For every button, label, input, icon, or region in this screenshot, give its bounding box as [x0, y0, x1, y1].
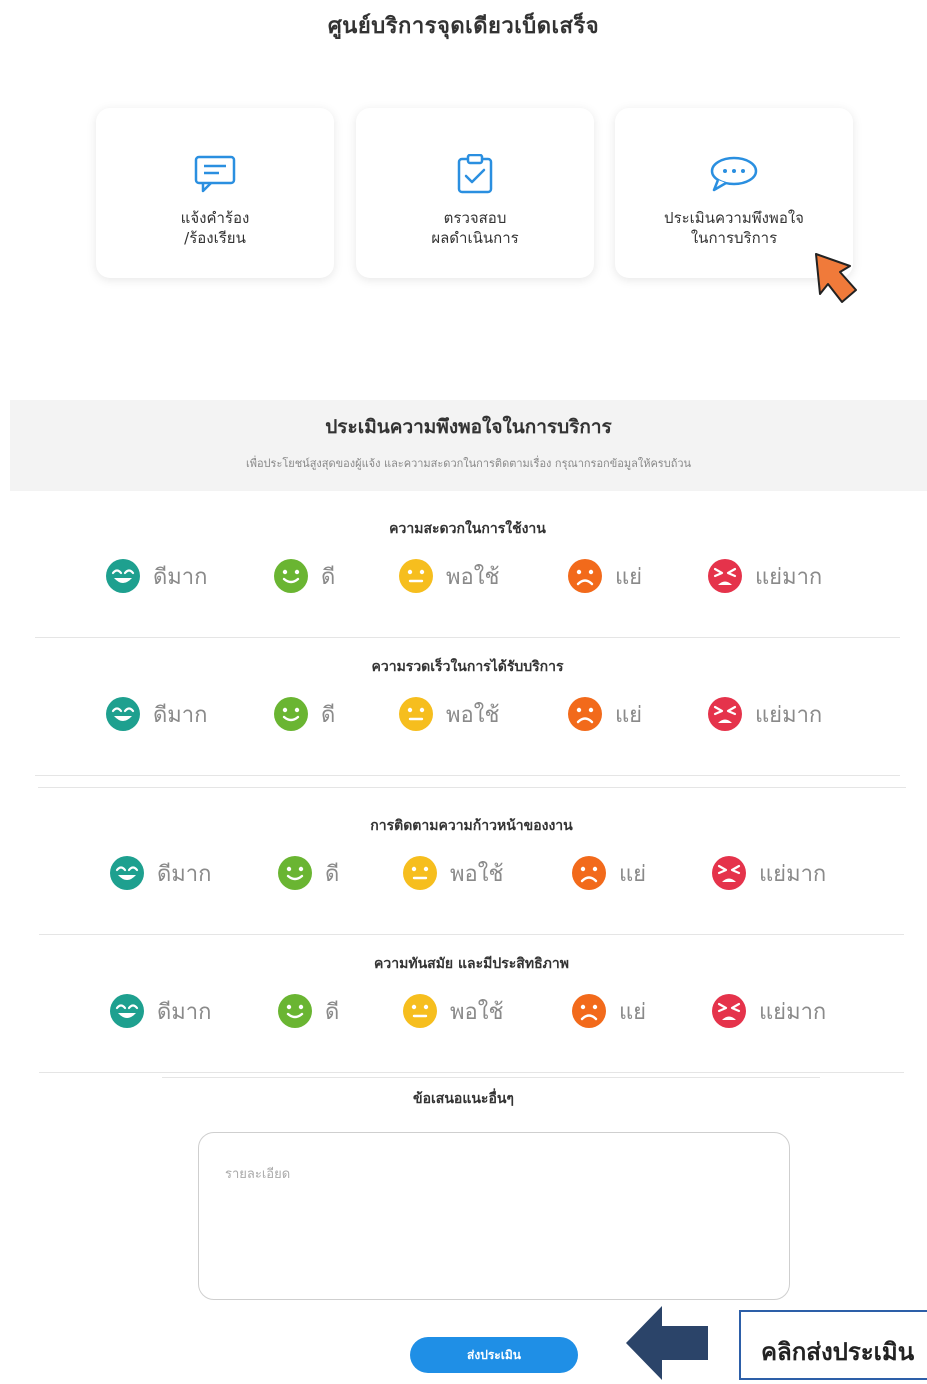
clipboard-check-icon — [356, 153, 594, 194]
rating-option[interactable]: แย่ — [571, 853, 646, 893]
divider — [38, 787, 906, 788]
survey-question: การติดตามความก้าวหน้าของงานดีมาก ดี พอใช้ แ… — [39, 797, 904, 935]
rating-label: แย่ — [619, 999, 647, 1025]
rating-label: ดี — [321, 702, 336, 728]
rating-label: ดีมาก — [157, 999, 212, 1025]
rating-option[interactable]: พอใช้ — [402, 853, 503, 893]
survey-question: ความสะดวกในการใช้งานดีมาก ดี พอใช้ แย่ แย่มา… — [35, 500, 900, 638]
rating-label: ดี — [325, 999, 340, 1025]
card-complaint[interactable]: แจ้งคำร้อง /ร้องเรียน — [96, 108, 334, 278]
rating-option[interactable]: แย่ — [567, 694, 642, 734]
survey-question: ความทันสมัย และมีประสิทธิภาพดีมาก ดี พอใช้… — [39, 935, 904, 1073]
suggestion-textarea[interactable]: รายละเอียด — [198, 1132, 790, 1300]
rating-option[interactable]: แย่ — [571, 991, 646, 1031]
very-good-face-icon — [105, 696, 141, 732]
survey-title: ประเมินความพึงพอใจในการบริการ — [325, 416, 612, 438]
rating-label: แย่ — [615, 564, 643, 590]
card-complaint-label: แจ้งคำร้อง /ร้องเรียน — [180, 209, 250, 247]
rating-option[interactable]: ดีมาก — [109, 853, 211, 893]
good-face-icon — [277, 993, 313, 1029]
rating-option[interactable]: ดี — [277, 991, 339, 1031]
question-title: การติดตามความก้าวหน้าของงาน — [370, 818, 573, 834]
rating-label: ดีมาก — [157, 861, 212, 887]
suggestion-title: ข้อเสนอแนะอื่นๆ — [413, 1091, 514, 1107]
rating-label: แย่มาก — [759, 861, 827, 887]
rating-option[interactable]: แย่มาก — [707, 556, 822, 596]
rating-option[interactable]: พอใช้ — [398, 556, 499, 596]
submit-button[interactable]: ส่งประเมิน — [410, 1337, 578, 1373]
bad-face-icon — [571, 855, 607, 891]
rating-label: ดี — [325, 861, 340, 887]
good-face-icon — [277, 855, 313, 891]
rating-label: แย่มาก — [755, 702, 823, 728]
pointer-arrow-icon — [798, 250, 858, 310]
rating-label: ดี — [321, 564, 336, 590]
question-title: ความทันสมัย และมีประสิทธิภาพ — [374, 956, 569, 972]
card-check-status[interactable]: ตรวจสอบ ผลดำเนินการ — [356, 108, 594, 278]
rating-option[interactable]: ดี — [273, 556, 335, 596]
page-title: ศูนย์บริการจุดเดียวเบ็ดเสร็จ — [327, 14, 600, 39]
question-title: ความรวดเร็วในการได้รับบริการ — [371, 659, 564, 675]
divider — [162, 1077, 820, 1078]
card-satisfaction-label: ประเมินความพึงพอใจ ในการบริการ — [664, 209, 804, 247]
rating-label: แย่ — [615, 702, 643, 728]
survey-header: ประเมินความพึงพอใจในการบริการ เพื่อประโย… — [10, 400, 927, 491]
message-square-icon — [96, 154, 334, 194]
very-good-face-icon — [109, 993, 145, 1029]
survey-question: ความรวดเร็วในการได้รับบริการดีมาก ดี พอใช้… — [35, 638, 900, 776]
very-good-face-icon — [109, 855, 145, 891]
good-face-icon — [273, 696, 309, 732]
question-title: ความสะดวกในการใช้งาน — [389, 521, 546, 537]
divider — [35, 775, 900, 776]
rating-option[interactable]: แย่ — [567, 556, 642, 596]
rating-option[interactable]: แย่มาก — [711, 991, 826, 1031]
fair-face-icon — [402, 855, 438, 891]
very-bad-face-icon — [711, 993, 747, 1029]
rating-label: พอใช้ — [446, 564, 500, 590]
survey-subtitle: เพื่อประโยชน์สูงสุดของผู้แจ้ง และความสะด… — [245, 457, 692, 470]
card-check-status-label: ตรวจสอบ ผลดำเนินการ — [431, 209, 519, 247]
very-bad-face-icon — [707, 558, 743, 594]
rating-option[interactable]: ดี — [277, 853, 339, 893]
rating-option[interactable]: ดีมาก — [105, 556, 207, 596]
very-bad-face-icon — [707, 696, 743, 732]
rating-label: พอใช้ — [450, 861, 504, 887]
rating-label: แย่มาก — [755, 564, 823, 590]
rating-label: แย่ — [619, 861, 647, 887]
callout-box: คลิกส่งประเมิน — [739, 1310, 927, 1380]
bad-face-icon — [567, 696, 603, 732]
rating-label: พอใช้ — [450, 999, 504, 1025]
rating-option[interactable]: ดีมาก — [109, 991, 211, 1031]
chat-bubble-icon — [615, 154, 853, 194]
good-face-icon — [273, 558, 309, 594]
rating-option[interactable]: พอใช้ — [398, 694, 499, 734]
rating-label: แย่มาก — [759, 999, 827, 1025]
bad-face-icon — [571, 993, 607, 1029]
rating-option[interactable]: แย่มาก — [707, 694, 822, 734]
fair-face-icon — [402, 993, 438, 1029]
fair-face-icon — [398, 696, 434, 732]
rating-label: ดีมาก — [153, 702, 208, 728]
suggestion-placeholder: รายละเอียด — [225, 1167, 291, 1182]
bad-face-icon — [567, 558, 603, 594]
divider — [39, 1072, 904, 1073]
callout-text: คลิกส่งประเมิน — [761, 1338, 915, 1366]
rating-label: ดีมาก — [153, 564, 208, 590]
arrow-left-icon — [626, 1306, 710, 1384]
very-good-face-icon — [105, 558, 141, 594]
rating-option[interactable]: พอใช้ — [402, 991, 503, 1031]
rating-option[interactable]: ดีมาก — [105, 694, 207, 734]
rating-label: พอใช้ — [446, 702, 500, 728]
rating-option[interactable]: แย่มาก — [711, 853, 826, 893]
rating-option[interactable]: ดี — [273, 694, 335, 734]
very-bad-face-icon — [711, 855, 747, 891]
fair-face-icon — [398, 558, 434, 594]
